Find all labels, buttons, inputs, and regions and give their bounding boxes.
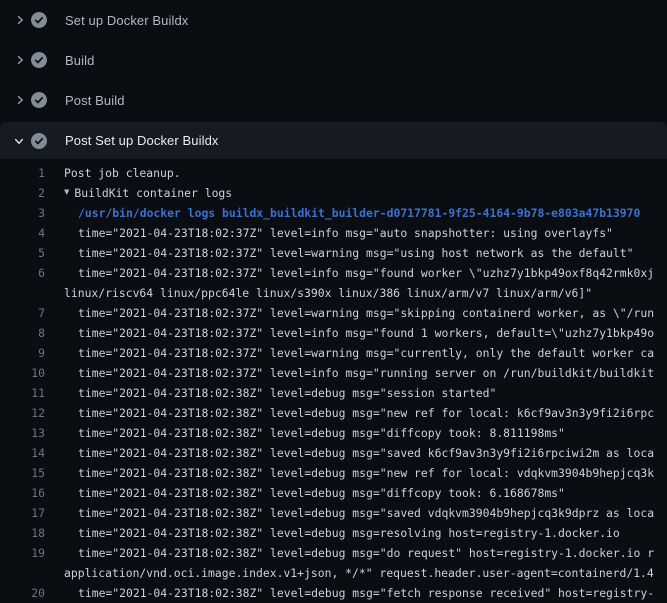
log-line: linux/riscv64 linux/ppc64le linux/s390x … — [0, 283, 667, 303]
log-line-text: time="2021-04-23T18:02:37Z" level=info m… — [78, 223, 613, 243]
log-line: 19 time="2021-04-23T18:02:38Z" level=deb… — [0, 543, 667, 563]
log-line-text: time="2021-04-23T18:02:38Z" level=debug … — [78, 443, 654, 463]
step-header-set-up-docker-buildx[interactable]: Set up Docker Buildx — [0, 0, 667, 40]
log-line-number[interactable]: 18 — [0, 523, 45, 543]
log-line-number[interactable]: 1 — [0, 163, 45, 183]
log-line: 9 time="2021-04-23T18:02:37Z" level=warn… — [0, 343, 667, 363]
log-line-number[interactable]: 19 — [0, 543, 45, 563]
log-line-text: Post job cleanup. — [64, 163, 181, 183]
chevron-right-icon — [13, 14, 26, 27]
log-line-number[interactable]: 14 — [0, 443, 45, 463]
log-line: 6 time="2021-04-23T18:02:37Z" level=info… — [0, 263, 667, 283]
log-line-text: time="2021-04-23T18:02:38Z" level=debug … — [78, 523, 620, 543]
check-circle-icon — [31, 133, 47, 149]
step-title: Post Set up Docker Buildx — [65, 133, 219, 148]
log-line: 5 time="2021-04-23T18:02:37Z" level=warn… — [0, 243, 667, 263]
step-title: Post Build — [65, 93, 125, 108]
log-line-number[interactable]: 15 — [0, 463, 45, 483]
check-circle-icon — [31, 12, 47, 28]
log-line-number[interactable]: 17 — [0, 503, 45, 523]
log-line-text: time="2021-04-23T18:02:38Z" level=debug … — [78, 583, 654, 603]
log-line-number[interactable]: 9 — [0, 343, 45, 363]
log-line-text: time="2021-04-23T18:02:38Z" level=debug … — [78, 403, 654, 423]
log-line-number[interactable]: 7 — [0, 303, 45, 323]
log-line-number[interactable]: 4 — [0, 223, 45, 243]
step-title: Set up Docker Buildx — [65, 13, 188, 28]
log-line: 16 time="2021-04-23T18:02:38Z" level=deb… — [0, 483, 667, 503]
log-line: 4 time="2021-04-23T18:02:37Z" level=info… — [0, 223, 667, 243]
log-line-text: time="2021-04-23T18:02:38Z" level=debug … — [78, 463, 654, 483]
step-header-post-build[interactable]: Post Build — [0, 80, 667, 120]
log-line-number[interactable]: 12 — [0, 403, 45, 423]
log-line: 7 time="2021-04-23T18:02:37Z" level=warn… — [0, 303, 667, 323]
log-line: 2 ▼BuildKit container logs — [0, 183, 667, 203]
log-line-number[interactable]: 16 — [0, 483, 45, 503]
log-line: 13 time="2021-04-23T18:02:38Z" level=deb… — [0, 423, 667, 443]
check-circle-icon — [31, 92, 47, 108]
steps-list: Set up Docker Buildx Build Post Build Po… — [0, 0, 667, 159]
log-line-text: time="2021-04-23T18:02:37Z" level=warnin… — [78, 243, 633, 263]
log-line: 3 /usr/bin/docker logs buildx_buildkit_b… — [0, 203, 667, 223]
log-line: 12 time="2021-04-23T18:02:38Z" level=deb… — [0, 403, 667, 423]
log-line: 20 time="2021-04-23T18:02:38Z" level=deb… — [0, 583, 667, 603]
log-line-text: time="2021-04-23T18:02:38Z" level=debug … — [78, 503, 654, 523]
log-line-text: application/vnd.oci.image.index.v1+json,… — [64, 563, 654, 583]
log-line-number[interactable]: 3 — [0, 203, 45, 223]
log-line-number[interactable]: 13 — [0, 423, 45, 443]
chevron-right-icon — [13, 94, 26, 107]
log-line-text: linux/riscv64 linux/ppc64le linux/s390x … — [64, 283, 592, 303]
log-line: 11 time="2021-04-23T18:02:38Z" level=deb… — [0, 383, 667, 403]
log-line-number[interactable]: 20 — [0, 583, 45, 603]
log-line: 14 time="2021-04-23T18:02:38Z" level=deb… — [0, 443, 667, 463]
log-line: 18 time="2021-04-23T18:02:38Z" level=deb… — [0, 523, 667, 543]
log-line-text: time="2021-04-23T18:02:38Z" level=debug … — [78, 383, 496, 403]
log-line-text: time="2021-04-23T18:02:37Z" level=info m… — [78, 263, 654, 283]
log-line-number[interactable]: 11 — [0, 383, 45, 403]
step-header-build[interactable]: Build — [0, 40, 667, 80]
log-line-number[interactable]: 10 — [0, 363, 45, 383]
log-line-number[interactable]: 5 — [0, 243, 45, 263]
check-circle-icon — [31, 52, 47, 68]
step-header-post-set-up-docker-buildx[interactable]: Post Set up Docker Buildx — [0, 122, 667, 159]
step-title: Build — [65, 53, 94, 68]
chevron-right-icon — [13, 54, 26, 67]
chevron-down-icon — [13, 134, 26, 147]
log-line-text: time="2021-04-23T18:02:38Z" level=debug … — [78, 543, 654, 563]
log-line-number[interactable]: 8 — [0, 323, 45, 343]
log-line-text: time="2021-04-23T18:02:37Z" level=warnin… — [78, 303, 654, 323]
log-line-text: time="2021-04-23T18:02:38Z" level=debug … — [78, 483, 565, 503]
log-line: application/vnd.oci.image.index.v1+json,… — [0, 563, 667, 583]
log-line-text: time="2021-04-23T18:02:37Z" level=warnin… — [78, 343, 654, 363]
log-line-number[interactable]: 6 — [0, 263, 45, 283]
log-line: 15 time="2021-04-23T18:02:38Z" level=deb… — [0, 463, 667, 483]
log-line-text: time="2021-04-23T18:02:38Z" level=debug … — [78, 423, 565, 443]
log-line: 17 time="2021-04-23T18:02:38Z" level=deb… — [0, 503, 667, 523]
triangle-down-icon[interactable]: ▼ — [64, 183, 69, 203]
log-line-text: time="2021-04-23T18:02:37Z" level=info m… — [78, 323, 654, 343]
log-line: 8 time="2021-04-23T18:02:37Z" level=info… — [0, 323, 667, 343]
log-line: 1 Post job cleanup. — [0, 163, 667, 183]
log-area: 1 Post job cleanup. 2 ▼BuildKit containe… — [0, 163, 667, 603]
log-line-number[interactable]: 2 — [0, 183, 45, 203]
log-line-text: time="2021-04-23T18:02:37Z" level=info m… — [78, 363, 654, 383]
log-line-text: BuildKit container logs — [74, 183, 232, 203]
log-line-text: /usr/bin/docker logs buildx_buildkit_bui… — [78, 203, 640, 223]
log-line: 10 time="2021-04-23T18:02:37Z" level=inf… — [0, 363, 667, 383]
